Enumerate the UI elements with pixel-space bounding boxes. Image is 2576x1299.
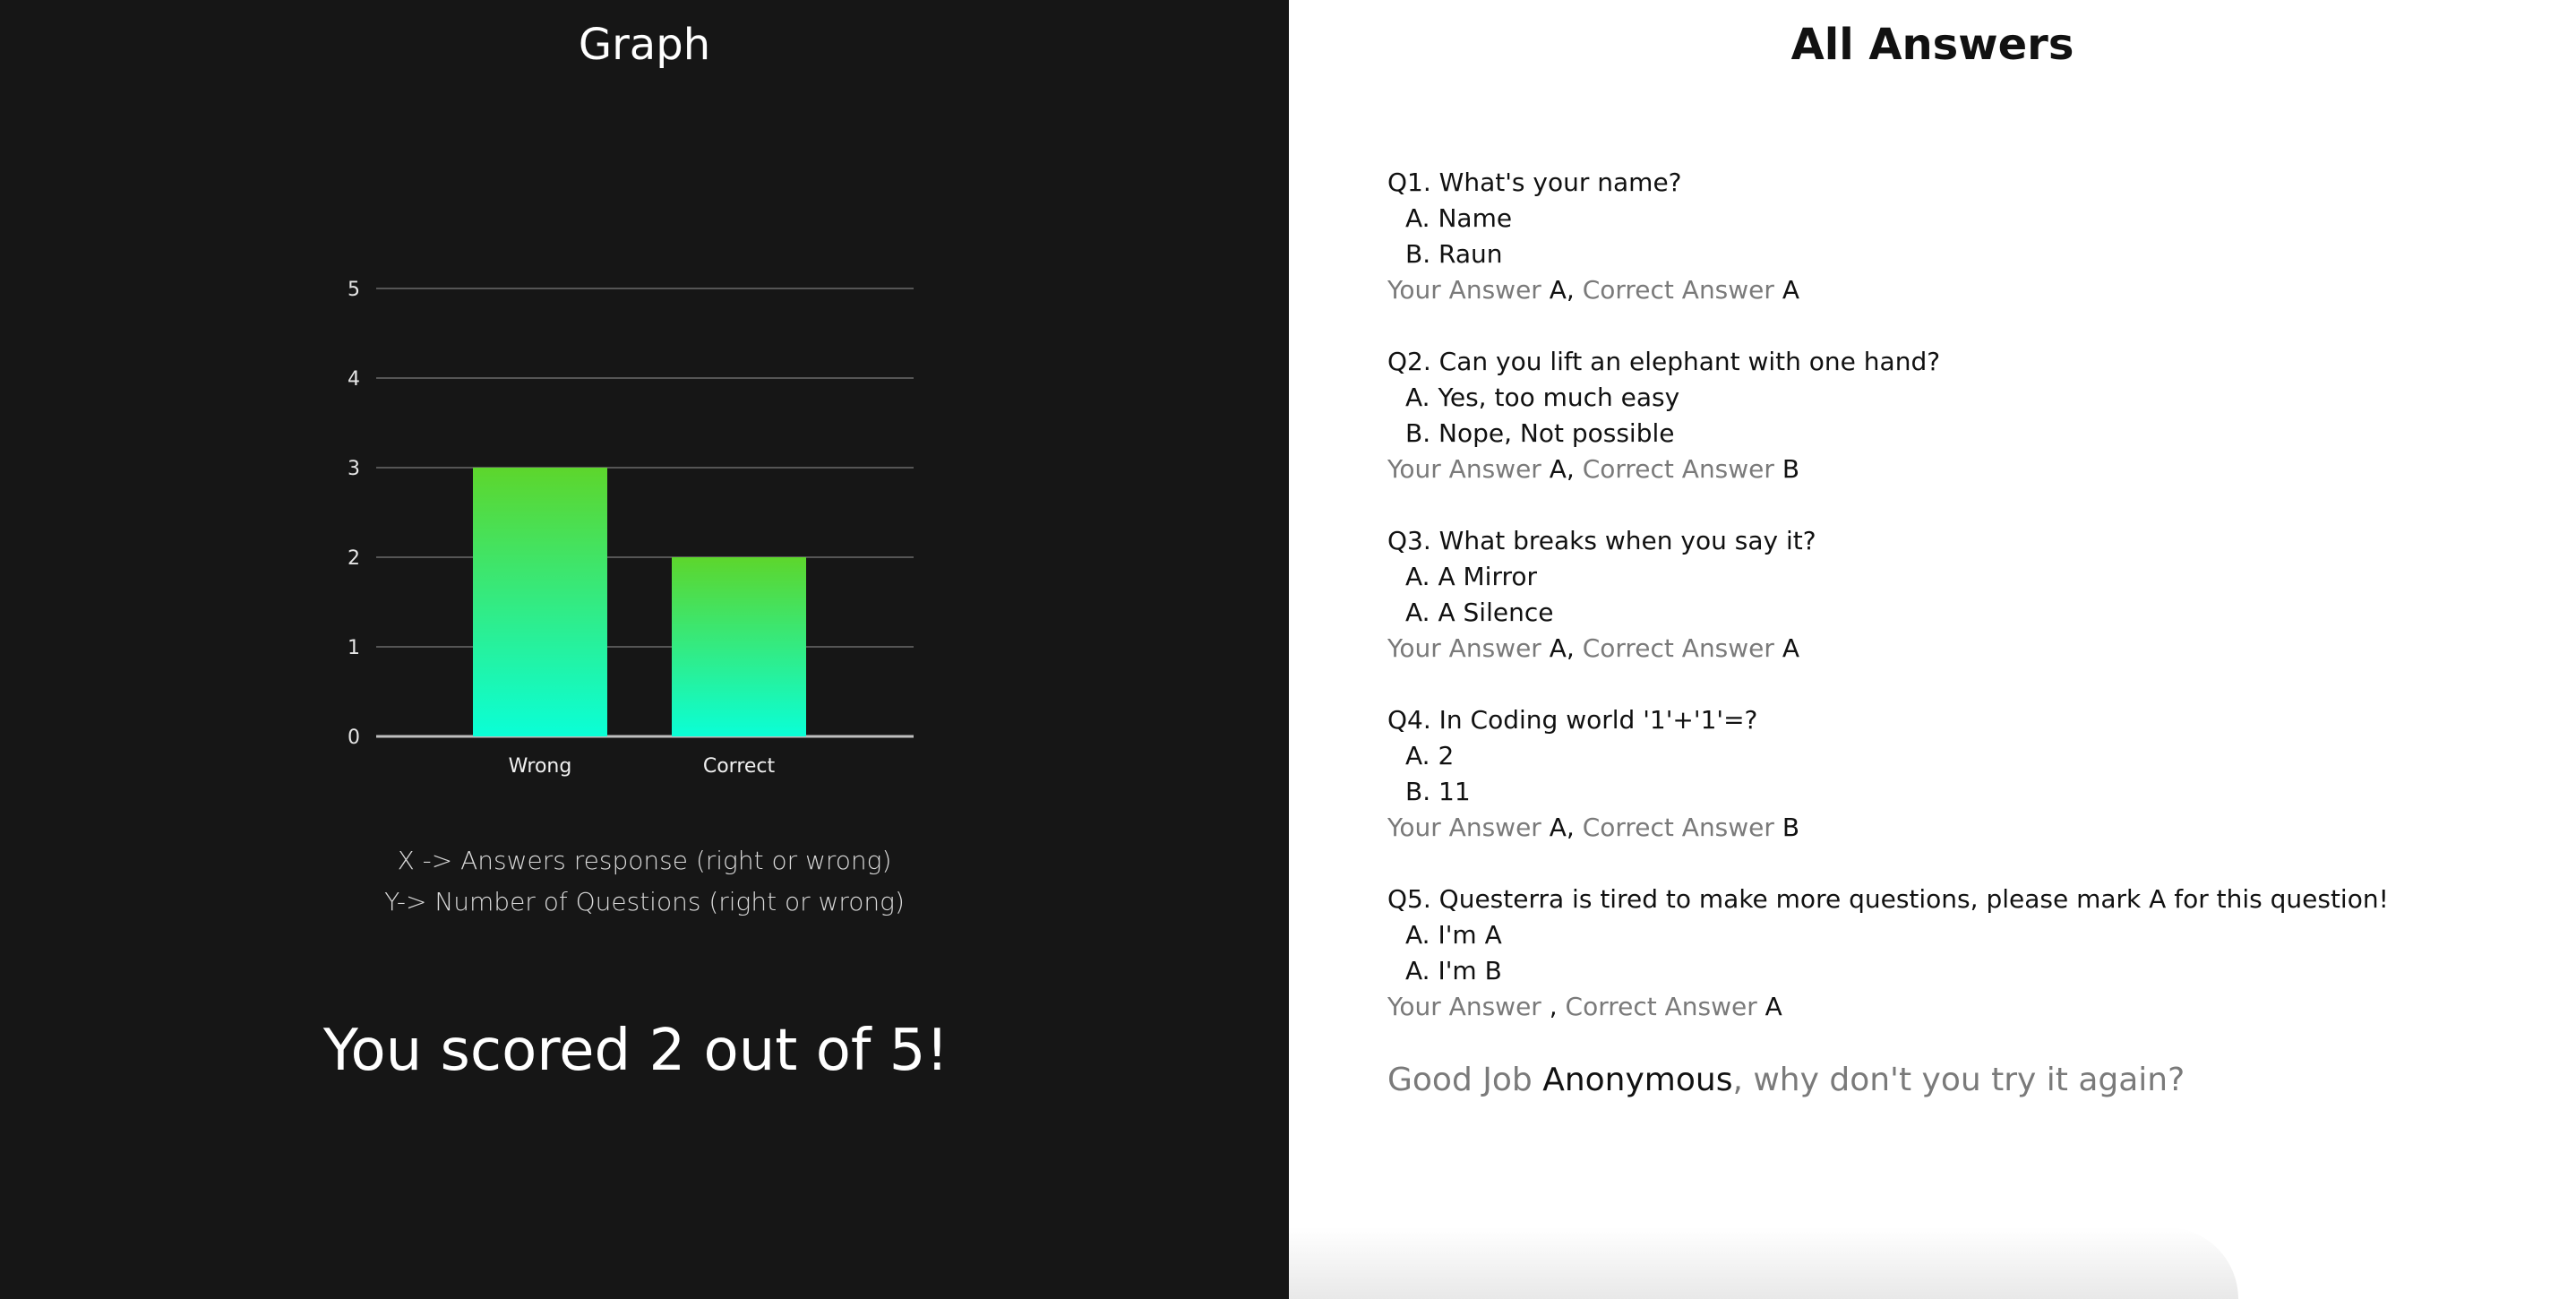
- answer-option: A. Name: [1405, 203, 1513, 233]
- your-answer-value: A,: [1549, 275, 1575, 305]
- question-text: Q5. Questerra is tired to make more ques…: [1387, 884, 2389, 914]
- answer-option: B. 11: [1405, 777, 1471, 806]
- question-text: Q2. Can you lift an elephant with one ha…: [1387, 347, 1941, 376]
- your-answer-value: ,: [1549, 992, 1558, 1021]
- your-answer-value: A,: [1549, 633, 1575, 663]
- graph-panel: Graph 0 1 2 3 4 5 Wrong Correct X -> Answers re…: [0, 0, 1289, 1299]
- correct-answer-value: A: [1782, 275, 1799, 305]
- question-text: Q3. What breaks when you say it?: [1387, 526, 1816, 555]
- question-block: Q4. In Coding world '1'+'1'=? A. 2 B. 11 Yo…: [1387, 702, 2552, 846]
- your-answer-label: Your Answer: [1387, 992, 1541, 1021]
- answer-summary: Your Answer A, Correct Answer B: [1387, 810, 2552, 846]
- y-tick-label: 3: [348, 458, 360, 480]
- score-text: You scored 2 out of 5!: [322, 1018, 949, 1084]
- answers-title: All Answers: [1790, 20, 2074, 70]
- correct-answer-label: Correct Answer: [1565, 992, 1757, 1021]
- your-answer-value: A,: [1549, 454, 1575, 484]
- correct-answer-value: A: [1765, 992, 1782, 1021]
- x-axis-caption: X -> Answers response (right or wrong): [397, 846, 892, 875]
- your-answer-value: A,: [1549, 813, 1575, 842]
- your-answer-label: Your Answer: [1387, 454, 1541, 484]
- y-tick-label: 1: [348, 637, 360, 659]
- x-tick-label: Correct: [703, 755, 776, 778]
- answer-option: A. Yes, too much easy: [1405, 383, 1680, 412]
- try-again-text: , why don't you try it again?: [1732, 1062, 2185, 1098]
- correct-answer-label: Correct Answer: [1582, 633, 1774, 663]
- correct-answer-value: A: [1782, 633, 1799, 663]
- bar-correct: [672, 557, 806, 736]
- answers-list: Q1. What's your name? A. Name B. Raun Your …: [1387, 165, 2552, 1100]
- answer-option: A. A Silence: [1405, 598, 1554, 627]
- y-tick-label: 2: [348, 547, 360, 570]
- your-answer-label: Your Answer: [1387, 633, 1541, 663]
- correct-answer-value: B: [1782, 454, 1800, 484]
- correct-answer-value: B: [1782, 813, 1800, 842]
- answer-option: B. Nope, Not possible: [1405, 418, 1675, 448]
- bottom-shadow: [1289, 1227, 2238, 1299]
- question-block: Q3. What breaks when you say it? A. A Mir…: [1387, 523, 2552, 667]
- bar-wrong: [473, 468, 607, 736]
- correct-answer-label: Correct Answer: [1582, 275, 1774, 305]
- answer-option: A. I'm A: [1405, 920, 1502, 950]
- y-tick-label: 0: [348, 727, 360, 749]
- page: Graph 0 1 2 3 4 5 Wrong Correct X -> Answers re…: [0, 0, 2576, 1299]
- answer-summary: Your Answer A, Correct Answer A: [1387, 631, 2552, 667]
- answer-option: B. Raun: [1405, 239, 1503, 269]
- answer-option: A. A Mirror: [1405, 562, 1538, 591]
- your-answer-label: Your Answer: [1387, 813, 1541, 842]
- correct-answer-label: Correct Answer: [1582, 813, 1774, 842]
- question-block: Q1. What's your name? A. Name B. Raun Your …: [1387, 165, 2552, 308]
- question-text: Q1. What's your name?: [1387, 168, 1682, 197]
- question-block: Q5. Questerra is tired to make more ques…: [1387, 882, 2552, 1025]
- user-name: Anonymous: [1542, 1062, 1733, 1098]
- y-axis-caption: Y-> Number of Questions (right or wrong): [384, 887, 905, 916]
- good-job-message: Good Job Anonymous, why don't you try it…: [1387, 1061, 2552, 1100]
- answer-option: A. I'm B: [1405, 956, 1502, 985]
- good-job-prefix: Good Job: [1387, 1062, 1533, 1098]
- y-tick-label: 5: [348, 279, 360, 301]
- answer-summary: Your Answer A, Correct Answer A: [1387, 272, 2552, 308]
- answers-bar-chart: 0 1 2 3 4 5 Wrong Correct: [348, 279, 914, 778]
- question-text: Q4. In Coding world '1'+'1'=?: [1387, 705, 1758, 735]
- question-block: Q2. Can you lift an elephant with one ha…: [1387, 344, 2552, 487]
- answer-summary: Your Answer A, Correct Answer B: [1387, 452, 2552, 487]
- answer-option: A. 2: [1405, 741, 1455, 770]
- y-tick-label: 4: [348, 368, 360, 391]
- your-answer-label: Your Answer: [1387, 275, 1541, 305]
- answer-summary: Your Answer , Correct Answer A: [1387, 989, 2552, 1025]
- x-tick-label: Wrong: [509, 755, 572, 778]
- answers-panel: All Answers Q1. What's your name? A. Name…: [1289, 0, 2576, 1299]
- correct-answer-label: Correct Answer: [1582, 454, 1774, 484]
